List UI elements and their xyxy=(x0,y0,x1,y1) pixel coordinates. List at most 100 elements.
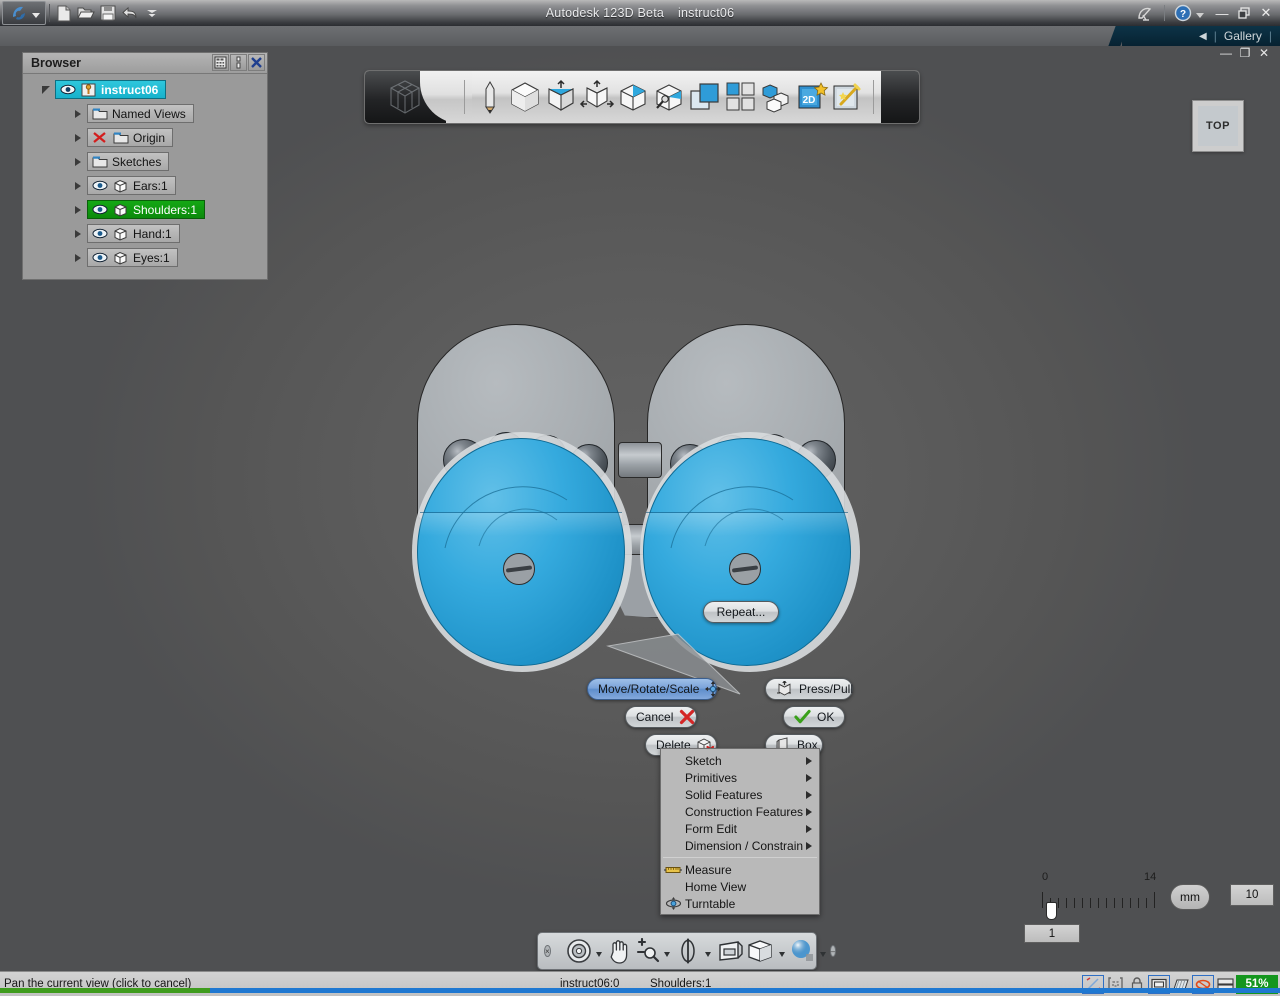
tree-row[interactable]: instruct06 xyxy=(27,79,263,100)
new-file-button[interactable] xyxy=(53,2,75,24)
scale-ruler-widget[interactable]: 0 14 mm 1 10 xyxy=(1018,866,1274,946)
press-pull-tool-button[interactable] xyxy=(543,75,579,119)
eye-icon[interactable] xyxy=(91,202,108,217)
tree-row[interactable]: Hand:1 xyxy=(27,223,263,244)
restore-button[interactable] xyxy=(1234,2,1254,24)
tree-node-named-views[interactable]: Named Views xyxy=(87,104,194,123)
minimize-button[interactable]: — xyxy=(1212,2,1232,24)
navigation-bar[interactable]: × ‒ xyxy=(537,932,837,970)
tree-row[interactable]: Named Views xyxy=(27,103,263,124)
modify-tool-button[interactable] xyxy=(615,75,651,119)
zoom-button[interactable] xyxy=(633,935,661,967)
context-menu-item-solid-features[interactable]: Solid Features xyxy=(661,786,819,803)
expander-toggle[interactable] xyxy=(71,131,85,145)
scale-value-right-field[interactable]: 10 xyxy=(1230,884,1274,906)
main-toolbar[interactable]: 2D xyxy=(364,70,920,124)
look-at-button[interactable] xyxy=(715,935,745,967)
primitives-tool-button[interactable] xyxy=(508,75,544,119)
move-tool-button[interactable] xyxy=(579,75,615,119)
expander-toggle[interactable] xyxy=(71,227,85,241)
unit-selector[interactable]: mm xyxy=(1170,884,1210,910)
expander-toggle[interactable] xyxy=(71,251,85,265)
origin-hidden-icon[interactable] xyxy=(91,130,108,145)
tree-node-hand[interactable]: Hand:1 xyxy=(87,224,180,243)
context-menu-item-measure[interactable]: Measure xyxy=(661,861,819,878)
viewport-3d[interactable]: Browser instruct06 Named Views Origin Sk… xyxy=(0,46,1280,971)
repeat-button[interactable]: Repeat... xyxy=(703,601,779,623)
group-tool-button[interactable] xyxy=(759,75,795,119)
extract-tool-button[interactable] xyxy=(651,75,687,119)
panel-minimize-button[interactable]: — xyxy=(1218,46,1234,60)
cancel-button[interactable]: Cancel xyxy=(625,706,697,728)
tree-row[interactable]: Shoulders:1 xyxy=(27,199,263,220)
visual-style-button[interactable] xyxy=(789,935,817,967)
tree-row[interactable]: Sketches xyxy=(27,151,263,172)
drawing-2d-tool-button[interactable]: 2D xyxy=(795,75,831,119)
zoom-dropdown[interactable] xyxy=(663,951,670,957)
tree-node-ears[interactable]: Ears:1 xyxy=(87,176,176,195)
expander-toggle[interactable] xyxy=(71,155,85,169)
browser-tree[interactable]: instruct06 Named Views Origin Sketches E… xyxy=(23,74,267,279)
context-menu-item-primitives[interactable]: Primitives xyxy=(661,769,819,786)
browser-dock-button[interactable] xyxy=(230,54,247,71)
ruler-slider-handle[interactable] xyxy=(1046,902,1057,920)
pan-button[interactable] xyxy=(606,935,632,967)
eye-icon[interactable] xyxy=(91,178,108,193)
tree-node-instruct06[interactable]: instruct06 xyxy=(55,80,167,99)
tree-node-shoulders[interactable]: Shoulders:1 xyxy=(87,200,206,219)
expander-toggle[interactable] xyxy=(71,107,85,121)
context-menu-item-turntable[interactable]: Turntable xyxy=(661,895,819,912)
help-chevron-down-icon[interactable] xyxy=(1196,12,1204,18)
close-button[interactable]: ✕ xyxy=(1256,2,1276,24)
steering-wheel-dropdown[interactable] xyxy=(595,951,602,957)
collapse-arrow-icon[interactable]: ◀ xyxy=(1199,31,1207,42)
viewcube-dropdown[interactable] xyxy=(778,951,785,957)
view-orientation-indicator[interactable]: TOP xyxy=(1192,100,1244,152)
combine-tool-button[interactable] xyxy=(687,75,723,119)
toolbar-overflow-button[interactable] xyxy=(881,71,919,123)
eye-icon[interactable] xyxy=(91,250,108,265)
satellite-dish-button[interactable] xyxy=(1135,2,1157,24)
undo-button[interactable] xyxy=(119,2,141,24)
context-menu-item-dimension-constrain[interactable]: Dimension / Constrain xyxy=(661,837,819,854)
navbar-close-button[interactable]: × xyxy=(544,945,551,957)
tree-row[interactable]: Ears:1 xyxy=(27,175,263,196)
expander-toggle[interactable] xyxy=(71,179,85,193)
help-button[interactable]: ? xyxy=(1172,2,1194,24)
viewcube-home-button[interactable] xyxy=(365,71,472,123)
context-menu-item-home-view[interactable]: Home View xyxy=(661,878,819,895)
eye-icon[interactable] xyxy=(91,226,108,241)
navbar-collapse-button[interactable]: ‒ xyxy=(829,945,837,957)
browser-close-button[interactable] xyxy=(248,54,265,71)
orbit-button[interactable] xyxy=(674,935,702,967)
move-rotate-scale-button[interactable]: Move/Rotate/Scale xyxy=(587,678,722,700)
effects-tool-button[interactable] xyxy=(831,75,867,119)
browser-panel[interactable]: Browser instruct06 Named Views Origin Sk… xyxy=(22,52,268,280)
eye-icon[interactable] xyxy=(59,82,76,97)
panel-close-button[interactable]: ✕ xyxy=(1256,46,1272,60)
steering-wheel-button[interactable] xyxy=(565,935,593,967)
visual-style-dropdown[interactable] xyxy=(819,951,826,957)
pattern-tool-button[interactable] xyxy=(723,75,759,119)
panel-restore-button[interactable]: ❐ xyxy=(1237,46,1253,60)
ok-button[interactable]: OK xyxy=(783,706,845,728)
context-menu-item-sketch[interactable]: Sketch xyxy=(661,752,819,769)
qa-more-button[interactable] xyxy=(141,2,163,24)
open-file-button[interactable] xyxy=(75,2,97,24)
tree-node-eyes[interactable]: Eyes:1 xyxy=(87,248,178,267)
viewcube-button[interactable] xyxy=(746,935,776,967)
browser-filter-button[interactable] xyxy=(212,54,229,71)
gallery-tab[interactable]: ◀ | Gallery | xyxy=(1122,26,1280,46)
app-menu-button[interactable] xyxy=(2,1,46,25)
ruler-track[interactable] xyxy=(1042,890,1160,908)
gallery-label[interactable]: Gallery xyxy=(1224,29,1262,43)
press-pull-button[interactable]: Press/Pull xyxy=(765,678,853,700)
expander-toggle[interactable] xyxy=(39,83,53,97)
orbit-dropdown[interactable] xyxy=(704,951,711,957)
scale-value-left-field[interactable]: 1 xyxy=(1024,924,1080,943)
save-button[interactable] xyxy=(97,2,119,24)
tree-row[interactable]: Eyes:1 xyxy=(27,247,263,268)
sketch-tool-button[interactable] xyxy=(472,75,508,119)
tree-node-sketches[interactable]: Sketches xyxy=(87,152,170,171)
expander-toggle[interactable] xyxy=(71,203,85,217)
